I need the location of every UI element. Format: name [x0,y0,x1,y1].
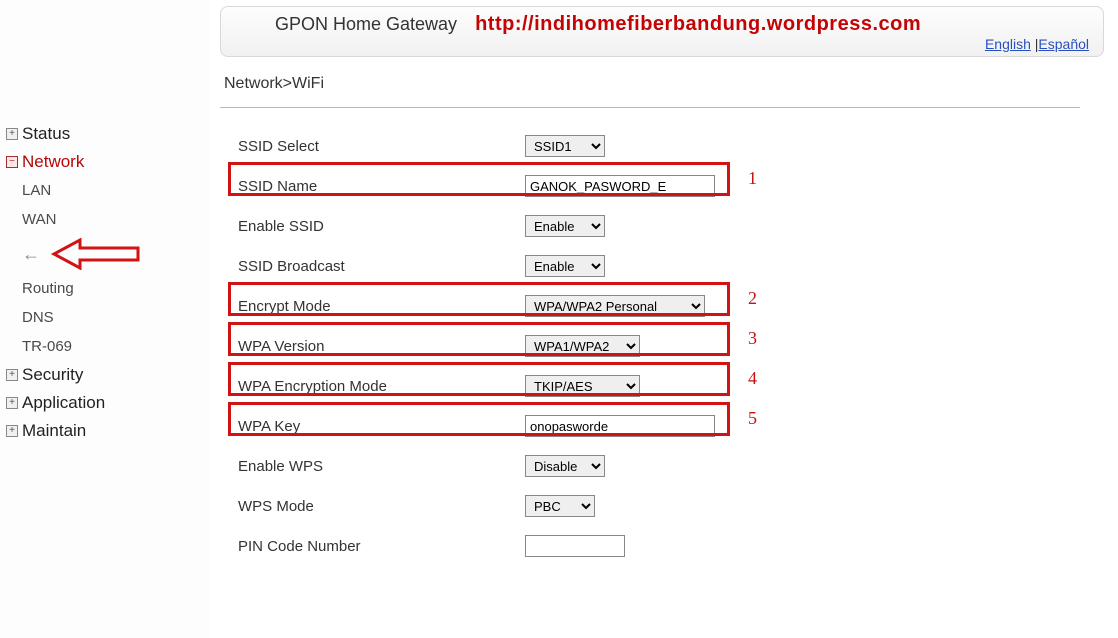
annotation-arrow-icon [50,238,140,270]
sidebar-item-label: Application [22,393,105,413]
row-wps-mode: WPS Mode PBC [220,486,1080,526]
arrow-left-icon: ← [22,244,40,265]
page-title: GPON Home Gateway [235,14,457,35]
expand-icon: + [6,397,18,409]
pin-code-input[interactable] [525,535,625,557]
sidebar-item-maintain[interactable]: + Maintain [4,417,202,445]
sidebar-item-network[interactable]: − Network [4,148,202,176]
banner-url: http://indihomefiberbandung.wordpress.co… [475,13,921,36]
sidebar: + Status − Network LAN WAN ← Routing DNS… [0,0,210,638]
row-pin-code: PIN Code Number [220,526,1080,566]
sidebar-item-tr069[interactable]: TR-069 [4,332,202,361]
ssid-name-input[interactable] [525,175,715,197]
label-ssid-select: SSID Select [220,138,525,155]
collapse-icon: − [6,156,18,168]
enable-ssid-dropdown[interactable]: Enable [525,215,605,237]
label-enable-ssid: Enable SSID [220,218,525,235]
sidebar-item-label: Security [22,365,83,385]
label-wpa-version: WPA Version [220,338,525,355]
main-panel: GPON Home Gateway http://indihomefiberba… [210,0,1118,638]
row-enable-ssid: Enable SSID Enable [220,206,1080,246]
breadcrumb: Network>WiFi [220,69,1080,108]
row-ssid-select: SSID Select SSID1 [220,126,1080,166]
sidebar-item-lan[interactable]: LAN [4,176,202,205]
lang-english-link[interactable]: English [985,36,1031,52]
sidebar-item-status[interactable]: + Status [4,120,202,148]
wifi-form: SSID Select SSID1 SSID Name Enable SSID … [220,126,1080,566]
sidebar-item-label: Status [22,124,70,144]
wps-mode-dropdown[interactable]: PBC [525,495,595,517]
ssid-select-dropdown[interactable]: SSID1 [525,135,605,157]
sidebar-item-back[interactable]: ← [4,234,202,274]
label-wps-mode: WPS Mode [220,498,525,515]
sidebar-item-label: Maintain [22,421,86,441]
header-bar: GPON Home Gateway http://indihomefiberba… [220,6,1104,57]
wpa-key-input[interactable] [525,415,715,437]
sidebar-item-dns[interactable]: DNS [4,303,202,332]
row-wpa-version: WPA Version WPA1/WPA2 [220,326,1080,366]
ssid-broadcast-dropdown[interactable]: Enable [525,255,605,277]
label-enable-wps: Enable WPS [220,458,525,475]
label-wpa-key: WPA Key [220,418,525,435]
expand-icon: + [6,425,18,437]
row-encrypt-mode: Encrypt Mode WPA/WPA2 Personal [220,286,1080,326]
sidebar-item-security[interactable]: + Security [4,361,202,389]
wpa-enc-mode-dropdown[interactable]: TKIP/AES [525,375,640,397]
row-enable-wps: Enable WPS Disable [220,446,1080,486]
row-wpa-enc-mode: WPA Encryption Mode TKIP/AES [220,366,1080,406]
enable-wps-dropdown[interactable]: Disable [525,455,605,477]
expand-icon: + [6,369,18,381]
sidebar-item-application[interactable]: + Application [4,389,202,417]
encrypt-mode-dropdown[interactable]: WPA/WPA2 Personal [525,295,705,317]
label-pin-code: PIN Code Number [220,538,525,555]
label-ssid-name: SSID Name [220,178,525,195]
label-encrypt-mode: Encrypt Mode [220,298,525,315]
language-row: English |Español [235,36,1089,52]
sidebar-item-label: Network [22,152,84,172]
wpa-version-dropdown[interactable]: WPA1/WPA2 [525,335,640,357]
label-wpa-enc-mode: WPA Encryption Mode [220,378,525,395]
row-ssid-name: SSID Name [220,166,1080,206]
lang-espanol-link[interactable]: Español [1038,36,1089,52]
label-ssid-broadcast: SSID Broadcast [220,258,525,275]
row-ssid-broadcast: SSID Broadcast Enable [220,246,1080,286]
sidebar-item-routing[interactable]: Routing [4,274,202,303]
row-wpa-key: WPA Key [220,406,1080,446]
sidebar-item-wan[interactable]: WAN [4,205,202,234]
expand-icon: + [6,128,18,140]
